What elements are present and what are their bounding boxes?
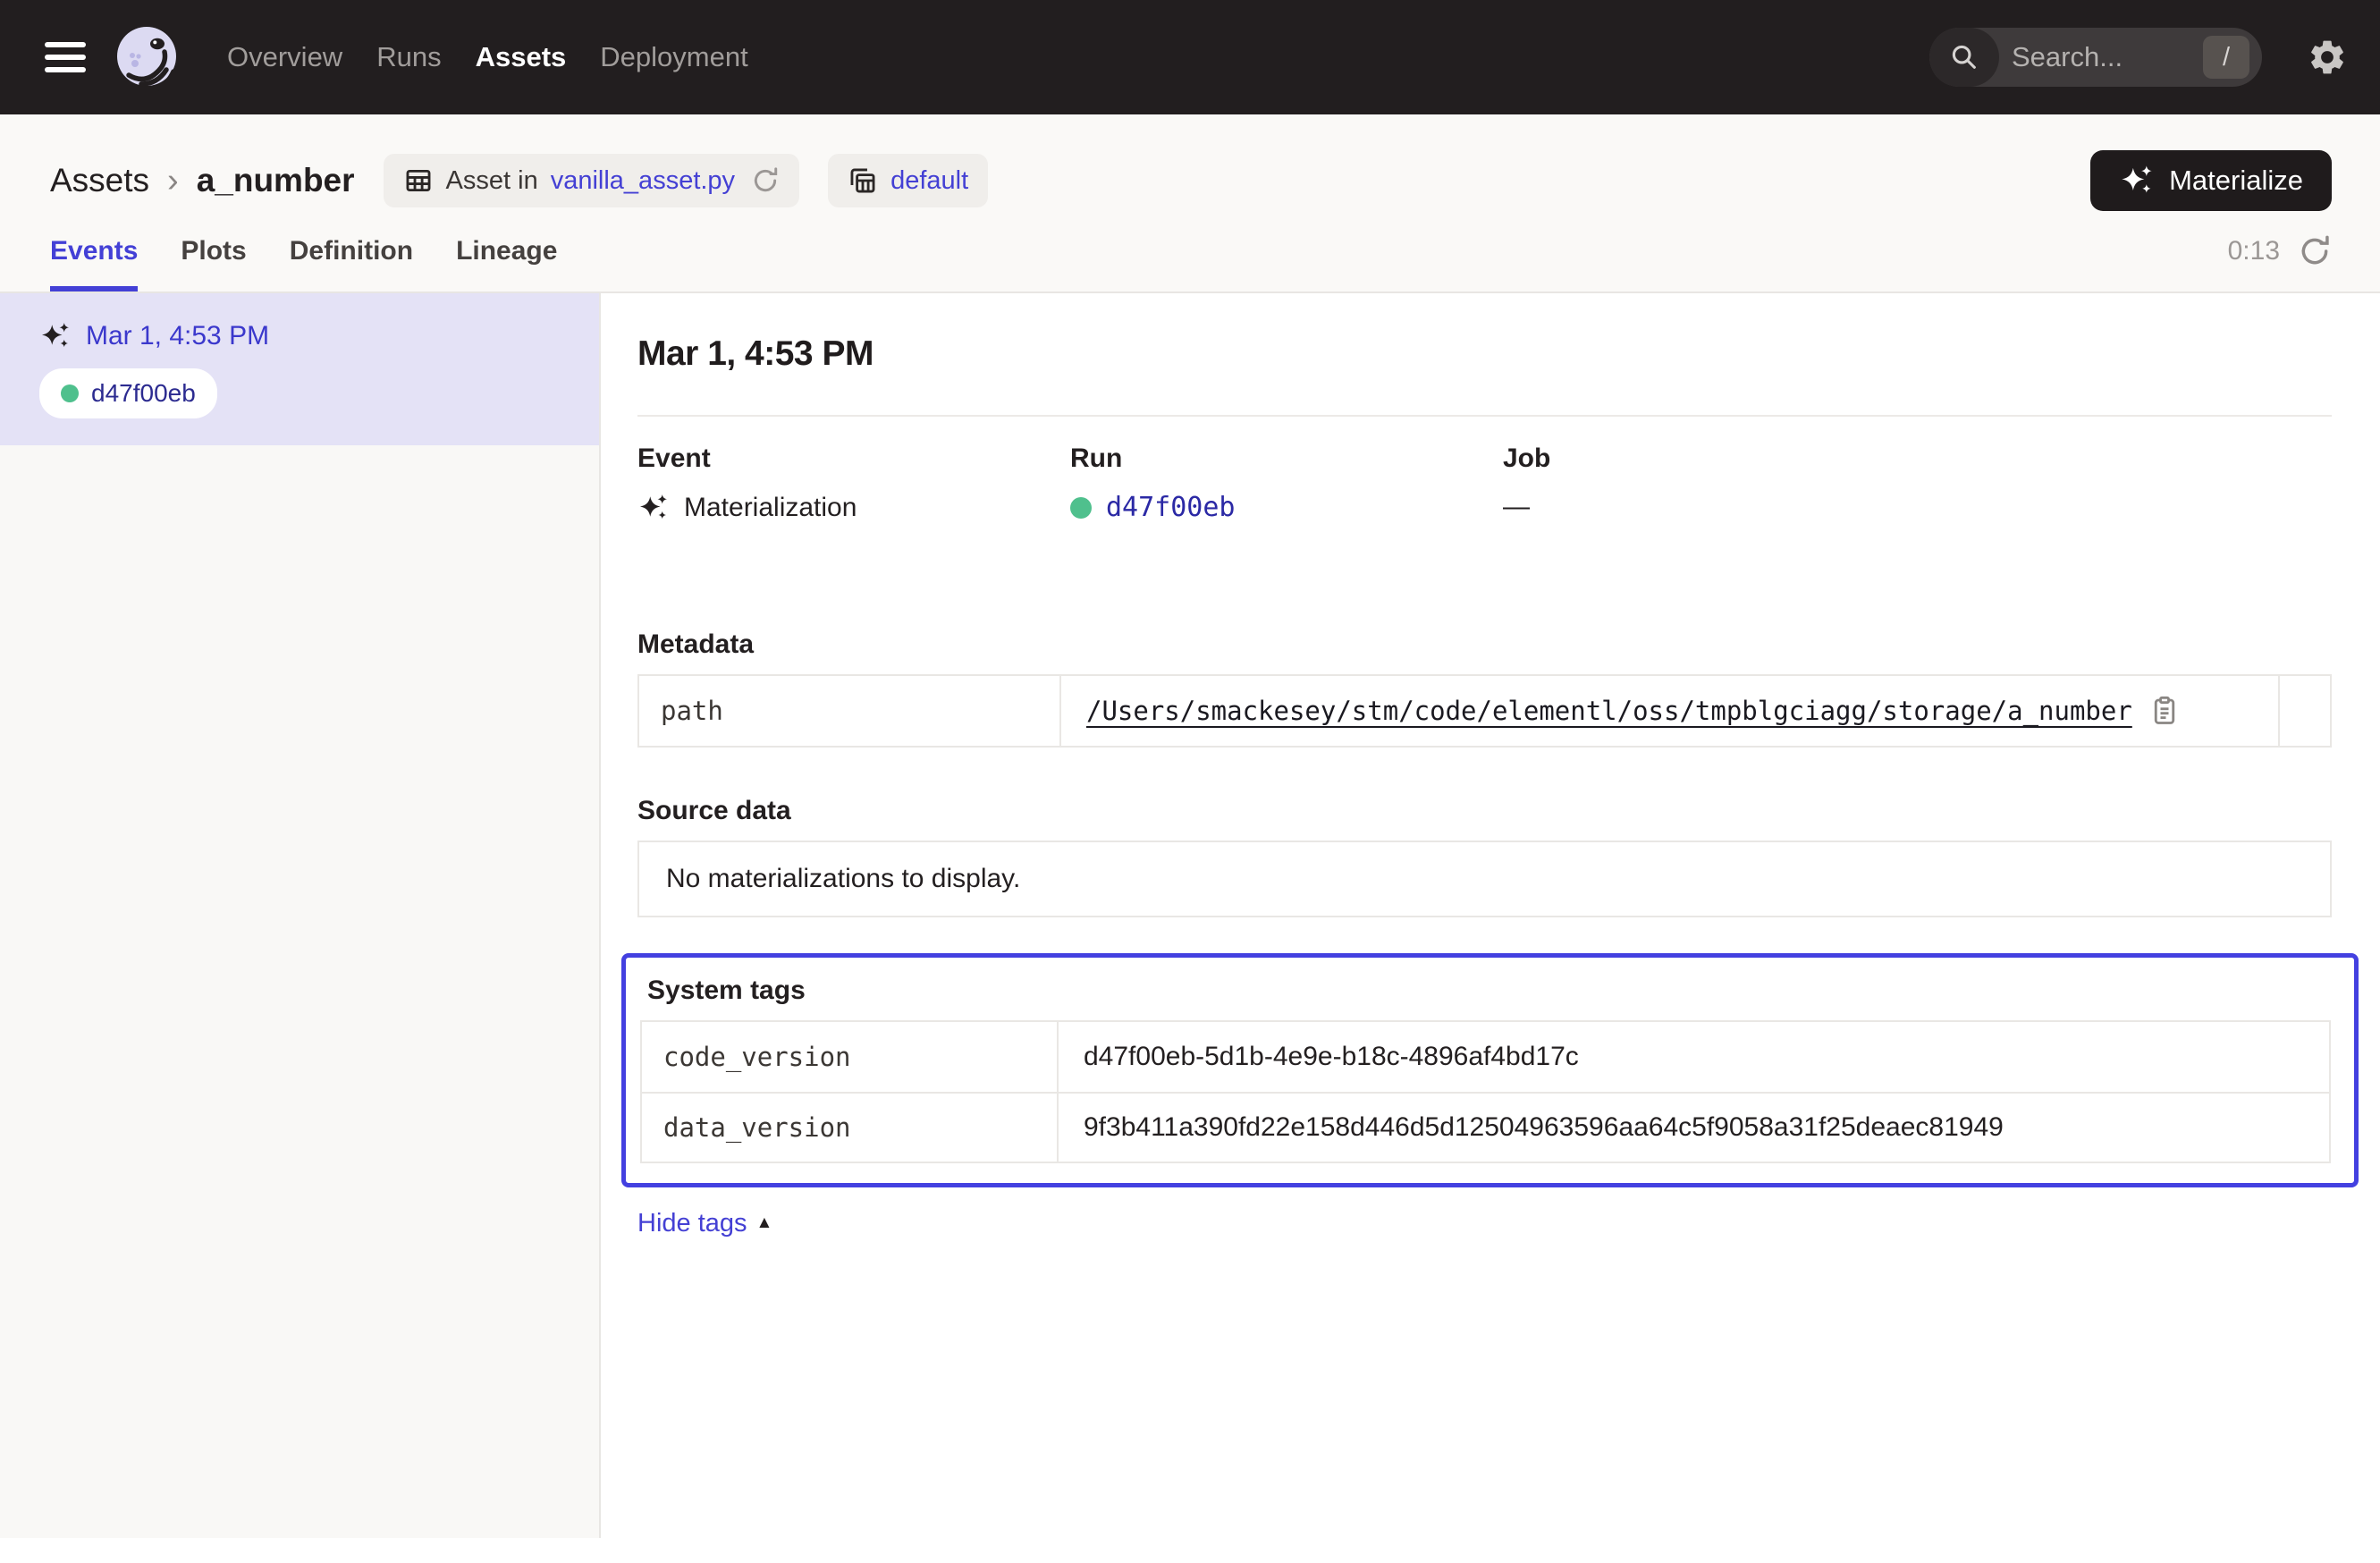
event-detail-title: Mar 1, 4:53 PM	[637, 334, 2332, 374]
metadata-heading: Metadata	[637, 629, 2332, 660]
nav-item-assets[interactable]: Assets	[476, 41, 567, 73]
materialize-label: Materialize	[2169, 165, 2303, 197]
auto-refresh-control: 0:13	[2228, 234, 2332, 291]
dagster-logo[interactable]	[111, 21, 182, 93]
metadata-section: Metadata path /Users/smackesey/stm/code/…	[637, 629, 2332, 748]
tab-plots[interactable]: Plots	[181, 236, 246, 291]
tag-key: data_version	[642, 1094, 1059, 1162]
asset-in-label: Asset in	[446, 166, 538, 196]
job-column-label: Job	[1503, 444, 2332, 474]
table-row: code_version d47f00eb-5d1b-4e9e-b18c-489…	[642, 1022, 2329, 1092]
asset-tabs: Events Plots Definition Lineage 0:13	[50, 234, 2332, 291]
materialize-button[interactable]: Materialize	[2090, 150, 2332, 211]
source-data-section: Source data No materializations to displ…	[637, 796, 2332, 917]
event-type-value: Materialization	[684, 493, 857, 523]
run-status-dot	[1070, 497, 1092, 519]
caret-up-icon: ▲	[756, 1213, 773, 1233]
system-tags-table: code_version d47f00eb-5d1b-4e9e-b18c-489…	[640, 1020, 2331, 1163]
materialization-sparkles-icon	[637, 492, 670, 524]
event-column-label: Event	[637, 444, 1070, 474]
tab-definition[interactable]: Definition	[290, 236, 413, 291]
run-column-label: Run	[1070, 444, 1503, 474]
hide-tags-label: Hide tags	[637, 1209, 747, 1238]
event-detail-panel: Mar 1, 4:53 PM Event Materialization	[601, 293, 2380, 1538]
job-empty-value: —	[1503, 492, 1530, 522]
page-header: Assets › a_number Asset in vanilla_asset…	[0, 114, 2380, 293]
nav-item-overview[interactable]: Overview	[227, 41, 342, 73]
hamburger-menu-icon[interactable]	[45, 42, 86, 72]
code-location-link[interactable]: default	[890, 166, 968, 196]
metadata-key: path	[639, 676, 1061, 746]
search-icon	[1929, 28, 1999, 87]
event-timestamp-link[interactable]: Mar 1, 4:53 PM	[86, 321, 269, 351]
run-id-link[interactable]: d47f00eb	[1106, 492, 1236, 523]
page-title: a_number	[197, 162, 355, 199]
nav-item-deployment[interactable]: Deployment	[600, 41, 747, 73]
settings-gear-icon[interactable]	[2307, 37, 2348, 78]
source-data-empty-state: No materializations to display.	[637, 841, 2332, 917]
metadata-table: path /Users/smackesey/stm/code/elementl/…	[637, 674, 2332, 748]
event-summary-columns: Event Materialization Run d	[637, 444, 2332, 524]
refresh-icon[interactable]	[2298, 234, 2332, 268]
refresh-countdown: 0:13	[2228, 236, 2280, 266]
tag-value: d47f00eb-5d1b-4e9e-b18c-4896af4bd17c	[1084, 1042, 1579, 1072]
empty-message: No materializations to display.	[666, 864, 1020, 893]
tag-key: code_version	[642, 1022, 1059, 1092]
run-id-label: d47f00eb	[91, 379, 196, 408]
tag-value: 9f3b411a390fd22e158d446d5d12504963596aa6…	[1084, 1112, 2004, 1143]
path-value-link[interactable]: /Users/smackesey/stm/code/elementl/oss/t…	[1086, 696, 2132, 726]
breadcrumb-assets-link[interactable]: Assets	[50, 162, 149, 199]
table-row: path /Users/smackesey/stm/code/elementl/…	[639, 676, 2330, 746]
asset-definition-badge[interactable]: Asset in vanilla_asset.py	[384, 154, 800, 207]
run-id-chip[interactable]: d47f00eb	[39, 368, 217, 418]
workspace-icon	[848, 165, 878, 196]
run-status-dot	[61, 384, 79, 402]
code-location-badge[interactable]: default	[828, 154, 988, 207]
system-tags-heading: System tags	[647, 976, 2331, 1006]
sparkles-icon	[2119, 163, 2155, 199]
source-data-heading: Source data	[637, 796, 2332, 826]
reload-definition-icon[interactable]	[751, 166, 780, 195]
tab-events[interactable]: Events	[50, 236, 138, 291]
search-input[interactable]	[1999, 41, 2203, 73]
table-row: data_version 9f3b411a390fd22e158d446d5d1…	[642, 1092, 2329, 1162]
events-sidebar: Mar 1, 4:53 PM d47f00eb	[0, 293, 601, 1538]
materialization-sparkles-icon	[39, 320, 72, 352]
event-list-item-selected[interactable]: Mar 1, 4:53 PM d47f00eb	[0, 293, 599, 445]
system-tags-section-highlighted: System tags code_version d47f00eb-5d1b-4…	[621, 953, 2359, 1187]
search-shortcut-badge: /	[2203, 36, 2249, 79]
copy-to-clipboard-icon[interactable]	[2148, 695, 2181, 727]
breadcrumb-chevron-icon: ›	[167, 162, 179, 200]
hide-tags-toggle[interactable]: Hide tags ▲	[637, 1209, 772, 1238]
divider	[637, 415, 2332, 417]
top-nav: Overview Runs Assets Deployment /	[0, 0, 2380, 114]
primary-nav: Overview Runs Assets Deployment	[227, 41, 748, 73]
breadcrumb: Assets › a_number Asset in vanilla_asset…	[50, 114, 2332, 215]
global-search[interactable]: /	[1929, 28, 2262, 87]
asset-file-link[interactable]: vanilla_asset.py	[551, 166, 735, 196]
table-row-spacer-cell	[2278, 676, 2330, 746]
tab-lineage[interactable]: Lineage	[456, 236, 557, 291]
nav-item-runs[interactable]: Runs	[376, 41, 441, 73]
table-grid-icon	[403, 165, 434, 196]
